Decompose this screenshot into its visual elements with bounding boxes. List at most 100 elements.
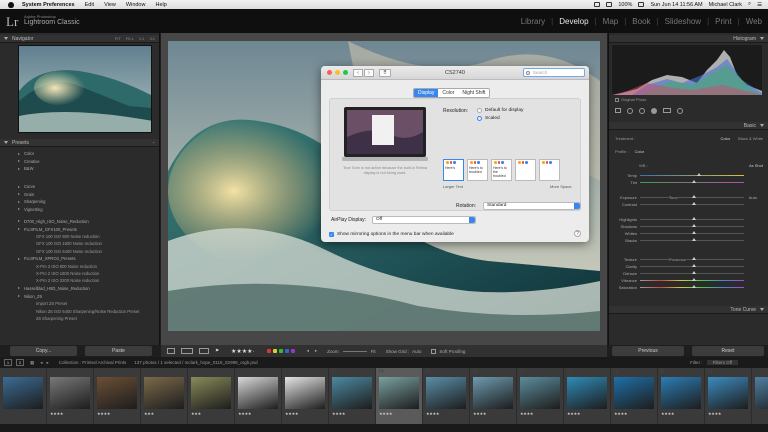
page-1-button[interactable]: 1 xyxy=(4,359,12,366)
filmstrip-thumbnail[interactable]: 80 ★★★★ xyxy=(658,368,704,424)
grid-view-icon[interactable]: ▦ xyxy=(30,360,34,366)
rotation-select[interactable]: Standard xyxy=(483,202,581,210)
slider-handle[interactable] xyxy=(692,224,696,228)
module-book[interactable]: Book xyxy=(632,17,650,26)
preset-item[interactable]: D700_High_ISO_Noise_Reduction xyxy=(6,217,156,225)
masking-icon[interactable] xyxy=(651,108,657,114)
preset-group[interactable]: B&W xyxy=(6,165,156,173)
filmstrip-thumbnail[interactable]: ★★★ xyxy=(188,368,234,424)
slider-handle[interactable] xyxy=(692,238,696,242)
preset-item[interactable]: Hasselblad_H5D_Noise_Reduction xyxy=(6,284,156,292)
collapse-icon[interactable] xyxy=(760,308,764,311)
slider-handle[interactable] xyxy=(692,180,696,184)
module-develop[interactable]: Develop xyxy=(559,17,588,26)
radial-filter-icon[interactable] xyxy=(677,108,683,114)
slider-track[interactable] xyxy=(640,231,744,235)
red-label[interactable] xyxy=(266,349,271,353)
preset-item[interactable]: Import Z6 Preset xyxy=(6,300,156,307)
expand-icon[interactable] xyxy=(18,200,20,203)
menu-app-name[interactable]: System Preferences xyxy=(22,2,75,8)
red-eye-icon[interactable] xyxy=(639,108,645,114)
preset-group[interactable]: Vignetting xyxy=(6,206,156,214)
expand-icon[interactable] xyxy=(18,193,20,196)
slider-handle[interactable] xyxy=(697,173,702,177)
battery-percent[interactable]: 100% xyxy=(618,2,632,8)
resolution-scaled-radio[interactable]: Scaled xyxy=(477,116,500,121)
search-field[interactable]: Search xyxy=(523,68,585,77)
clock[interactable]: Sun Jun 14 11:56 AM xyxy=(650,2,702,8)
slider-track[interactable] xyxy=(640,264,744,268)
slider-handle[interactable] xyxy=(692,285,696,289)
menu-edit[interactable]: Edit xyxy=(85,2,94,8)
filmstrip-thumbnail[interactable]: 74 ★★★★ xyxy=(376,368,422,424)
tone-curve-header[interactable]: Tone Curve xyxy=(609,306,768,314)
collapse-icon[interactable] xyxy=(760,124,764,127)
flag-icon[interactable]: ⚑ xyxy=(215,348,219,354)
filmstrip-thumbnail[interactable]: 81 ★★★★ xyxy=(705,368,751,424)
module-library[interactable]: Library xyxy=(521,17,545,26)
slider-track[interactable] xyxy=(640,180,744,184)
slider-track[interactable] xyxy=(640,238,744,242)
filmstrip-thumbnail[interactable]: ★★★★ xyxy=(94,368,140,424)
expand-icon[interactable] xyxy=(18,160,20,163)
slider-handle[interactable] xyxy=(692,195,696,199)
filmstrip-thumbnail[interactable]: 78 ★★★★ xyxy=(564,368,610,424)
yellow-label[interactable] xyxy=(272,349,277,353)
before-after-icon[interactable] xyxy=(181,348,193,354)
volume-icon[interactable] xyxy=(606,2,613,7)
reset-button[interactable]: Reset xyxy=(692,346,764,356)
menu-help[interactable]: Help xyxy=(155,2,166,8)
preset-item[interactable]: FUJIFILM_GFX100_Presets xyxy=(6,225,156,233)
original-photo-toggle[interactable]: Original Photo xyxy=(615,97,646,102)
zoom-value[interactable]: Fit xyxy=(371,349,376,354)
preset-item[interactable]: Z6 Sharpening Preset xyxy=(6,315,156,322)
battery-icon[interactable] xyxy=(638,2,645,7)
mirroring-checkbox[interactable]: ✓ Show mirroring options in the menu bar… xyxy=(329,232,454,237)
blue-label[interactable] xyxy=(284,349,289,353)
expand-icon[interactable] xyxy=(18,295,20,298)
slider-track[interactable] xyxy=(640,195,744,199)
preset-item[interactable]: GFX 100 ISO 800 Noise reduction xyxy=(6,233,156,240)
filmstrip-thumbnail[interactable]: 75 ★★★★ xyxy=(423,368,469,424)
soft-proofing-checkbox[interactable] xyxy=(431,348,437,354)
loupe-view-icon[interactable] xyxy=(167,348,175,354)
scale-option-2[interactable]: Here's to troubled xyxy=(467,159,488,181)
navigator-header[interactable]: Navigator FIT FILL 1:1 3:1 xyxy=(0,35,159,43)
slider-track[interactable] xyxy=(640,224,744,228)
preset-group[interactable]: Sharpening xyxy=(6,198,156,206)
filmstrip-thumbnail[interactable]: ★★★★ xyxy=(47,368,93,424)
reference-view-icon[interactable] xyxy=(199,348,209,354)
preset-item[interactable]: GFX 100 ISO 1600 Noise reduction xyxy=(6,240,156,247)
paste-button[interactable]: Paste xyxy=(85,346,152,356)
scale-option-larger-text[interactable]: Here's xyxy=(443,159,464,181)
nav-zoom-3to1[interactable]: 3:1 xyxy=(149,36,155,41)
slider-handle[interactable] xyxy=(692,271,696,275)
histogram[interactable] xyxy=(612,45,762,95)
tab-display[interactable]: Display xyxy=(414,89,439,97)
histogram-header[interactable]: Histogram xyxy=(609,35,768,43)
slider-track[interactable] xyxy=(640,278,744,282)
apple-icon[interactable] xyxy=(8,1,14,8)
expand-icon[interactable] xyxy=(18,208,20,211)
expand-icon[interactable] xyxy=(18,228,20,231)
nav-zoom-1to1[interactable]: 1:1 xyxy=(139,36,145,41)
module-print[interactable]: Print xyxy=(715,17,731,26)
wifi-icon[interactable] xyxy=(594,2,601,7)
preset-item[interactable]: Nikon Z6 ISO 6400 Sharpening/Noise Reduc… xyxy=(6,307,156,314)
filmstrip-thumbnail[interactable]: 76 ★★★★ xyxy=(470,368,516,424)
slider-track[interactable] xyxy=(640,202,744,206)
preset-item[interactable]: FUJIFILM_XPRO2_Presets xyxy=(6,255,156,263)
filmstrip-thumbnail[interactable]: 77 ★★★★ xyxy=(517,368,563,424)
module-web[interactable]: Web xyxy=(746,17,762,26)
copy-button[interactable]: Copy... xyxy=(10,346,77,356)
scale-option-3[interactable]: Here's to the troubled xyxy=(491,159,512,181)
purple-label[interactable] xyxy=(290,349,295,353)
preset-item[interactable]: X-Pro 2 ISO 800 Noise reduction xyxy=(6,263,156,270)
collapse-icon[interactable] xyxy=(4,37,8,40)
forward-arrow-icon[interactable]: ▸ xyxy=(47,360,49,366)
filmstrip-thumbnail[interactable]: 73 ★★★★ xyxy=(329,368,375,424)
menu-list-icon[interactable]: ☰ xyxy=(757,2,762,8)
preset-group[interactable]: Curve xyxy=(6,183,156,191)
filmstrip-thumbnail[interactable] xyxy=(0,368,46,424)
filmstrip-thumbnail[interactable]: ★★★★ xyxy=(235,368,281,424)
